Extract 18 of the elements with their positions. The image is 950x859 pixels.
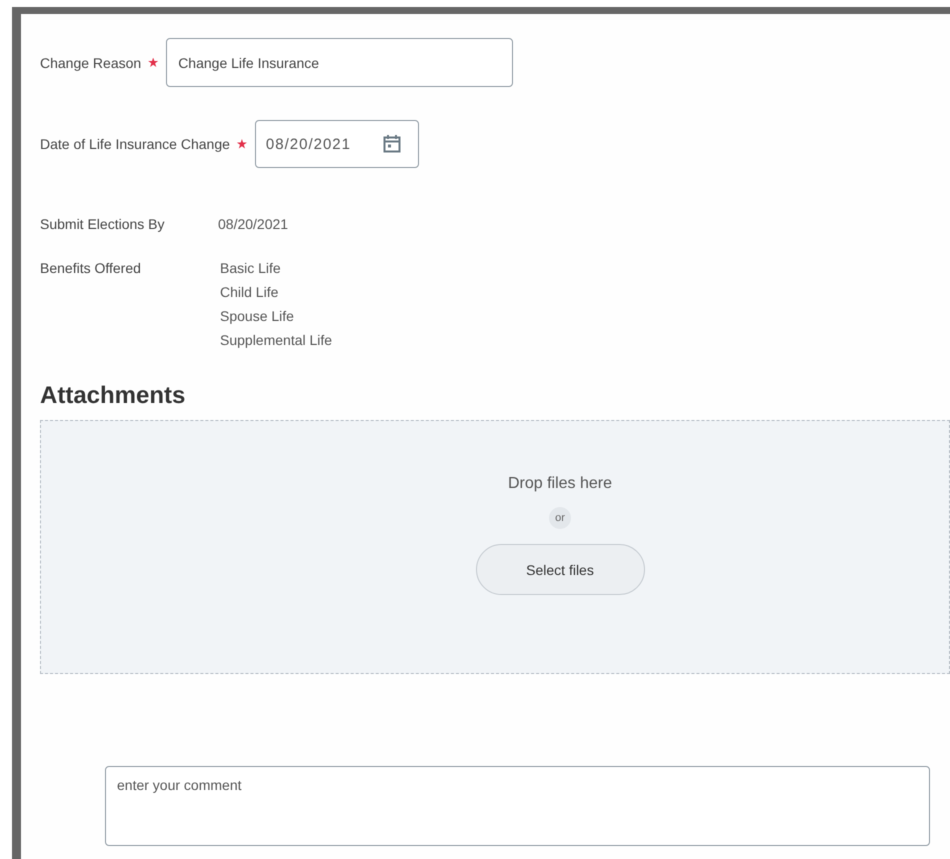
- text-field[interactable]: Change Life Insurance: [166, 38, 514, 87]
- calendar-icon[interactable]: [382, 134, 402, 154]
- comment-field[interactable]: enter your comment: [105, 766, 930, 846]
- drop-zone[interactable]: Drop files here or Select files: [40, 420, 950, 674]
- detail-label: Benefits Offered: [40, 260, 142, 278]
- field-label: Change Reason: [40, 54, 142, 70]
- detail-value: Basic Life: [220, 260, 282, 276]
- field-label: Date of Life Insurance Change: [40, 136, 230, 152]
- detail-value: 08/20/2021: [218, 216, 288, 232]
- drop-text: Drop files here: [508, 475, 612, 493]
- section-heading: Attachments: [40, 382, 186, 410]
- detail-value: Supplemental Life: [220, 332, 332, 348]
- select-files-button[interactable]: Select files: [476, 544, 644, 595]
- detail-value: Spouse Life: [220, 308, 295, 324]
- detail-value: Child Life: [220, 284, 280, 300]
- detail-label: Submit Elections By: [40, 216, 166, 232]
- or-label: or: [549, 507, 571, 529]
- date-field[interactable]: 08/20/2021: [254, 120, 419, 168]
